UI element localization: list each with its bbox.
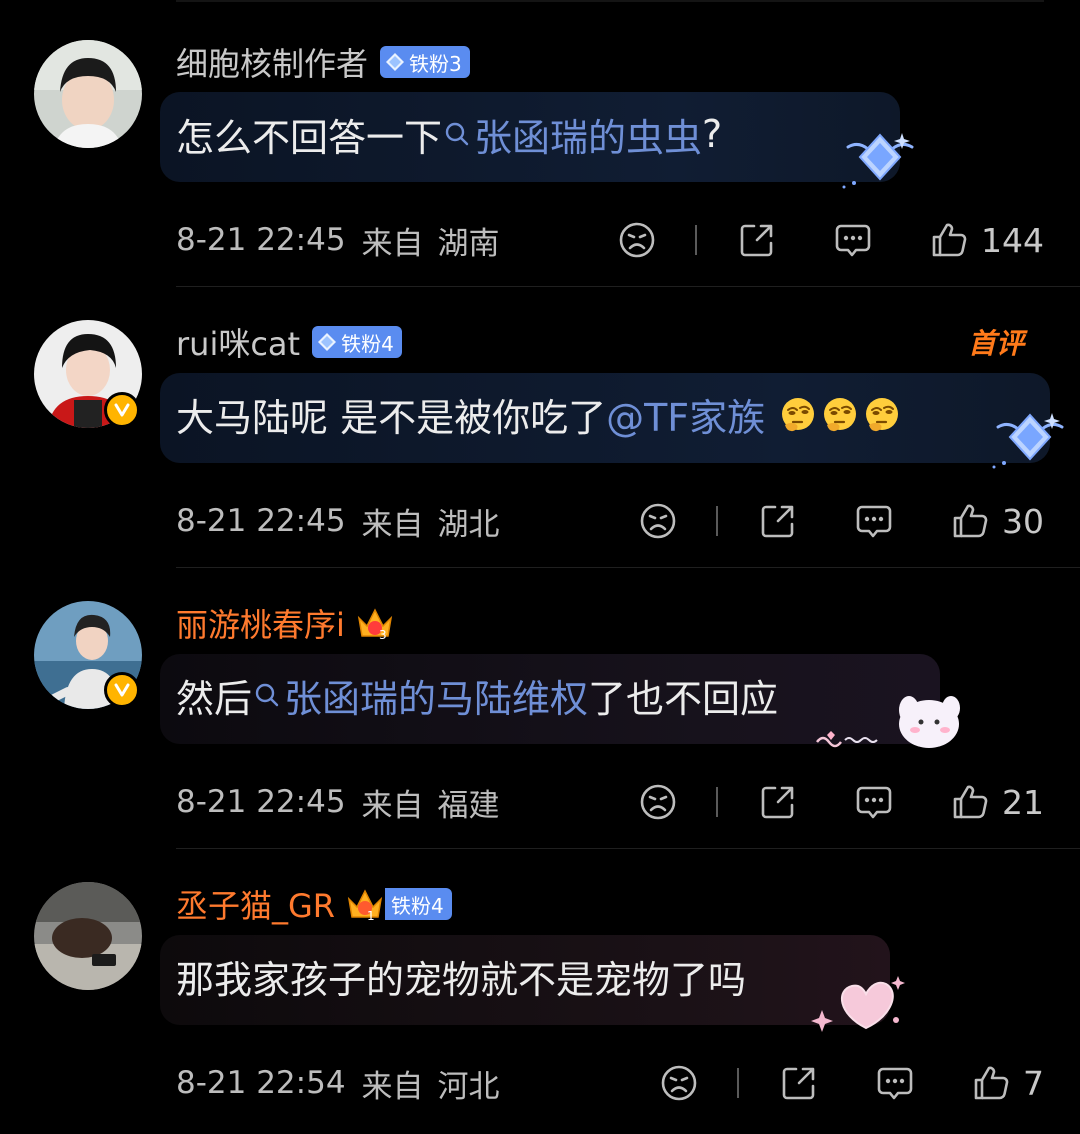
fan-badge-label: 铁粉4 — [391, 893, 444, 918]
comment-text: 那我家孩子的宠物就不是宠物了吗 — [176, 946, 746, 1006]
heart-deco-icon — [811, 976, 905, 1032]
location: 河北 — [437, 1068, 500, 1105]
meta-row: 8-21 22:54 来自 河北 7 — [176, 1061, 1044, 1105]
divider — [737, 1068, 739, 1098]
share-icon[interactable] — [779, 1063, 819, 1103]
crown-icon — [345, 885, 385, 923]
from-label: 来自 — [361, 1068, 424, 1105]
like-icon[interactable] — [971, 1063, 1011, 1103]
like-count: 7 — [1023, 1063, 1044, 1103]
fan-badge[interactable]: 铁粉4 — [385, 888, 452, 920]
name-row: 丞子猫_GR 铁粉4 — [176, 882, 452, 926]
action-bar: 7 — [659, 1061, 1044, 1105]
timestamp: 8-21 22:54 — [176, 1065, 346, 1101]
comment-item: 丞子猫_GR 铁粉4 那我家孩子的宠物就不是宠物了吗 8-21 22:54 来自… — [0, 0, 1080, 1134]
comment-icon[interactable] — [875, 1063, 915, 1103]
comment-text-plain: 那我家孩子的宠物就不是宠物了吗 — [176, 957, 747, 1002]
username[interactable]: 丞子猫_GR — [176, 881, 335, 927]
avatar[interactable] — [34, 882, 142, 990]
dislike-icon[interactable] — [659, 1063, 699, 1103]
